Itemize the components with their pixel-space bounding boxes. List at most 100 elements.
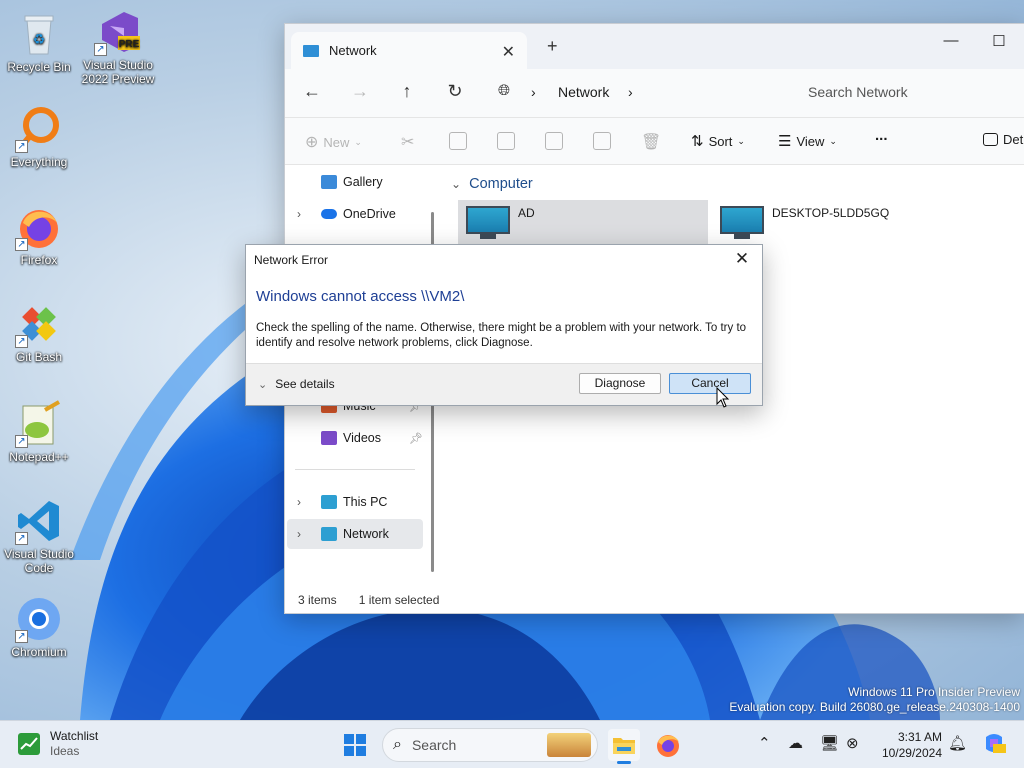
globe-icon[interactable]: 🌐︎ bbox=[498, 82, 510, 99]
item-label: AD bbox=[518, 206, 535, 220]
cut-button[interactable]: ✂ bbox=[401, 132, 414, 152]
chevron-right-icon[interactable]: › bbox=[297, 495, 311, 509]
start-button[interactable] bbox=[344, 734, 366, 756]
diagnose-button[interactable]: Diagnose bbox=[579, 373, 661, 394]
network-computer-item[interactable]: AD bbox=[458, 200, 708, 246]
details-pane-button[interactable]: Det bbox=[983, 132, 1023, 147]
view-icon: ☰ bbox=[778, 133, 792, 150]
refresh-button[interactable]: ↻ bbox=[440, 81, 470, 102]
shortcut-arrow-icon: ↗ bbox=[15, 140, 28, 153]
desktop-icon-everything[interactable]: ↗ Everything bbox=[0, 105, 79, 169]
chevron-right-icon[interactable]: › bbox=[628, 84, 633, 100]
chevron-down-icon: ⌄ bbox=[829, 135, 837, 146]
status-bar: 3 items 1 item selected bbox=[285, 587, 1024, 613]
network-status-icon[interactable]: 🖥︎ bbox=[820, 734, 839, 752]
desktop-icon-chromium[interactable]: ↗ Chromium bbox=[0, 595, 79, 659]
desktop-icon-label: Recycle Bin bbox=[7, 60, 71, 74]
sidebar-divider bbox=[295, 469, 415, 470]
clock-date: 10/29/2024 bbox=[881, 746, 942, 760]
maximize-button[interactable]: ☐ bbox=[976, 32, 1022, 50]
delete-button[interactable]: 🗑︎ bbox=[641, 132, 661, 152]
new-tab-button[interactable]: + bbox=[547, 36, 558, 57]
chevron-right-icon[interactable]: › bbox=[297, 207, 311, 221]
minimize-button[interactable]: — bbox=[928, 32, 974, 49]
see-details-label: See details bbox=[275, 377, 335, 391]
firefox-taskbar-button[interactable] bbox=[652, 729, 684, 761]
share-button[interactable] bbox=[593, 132, 611, 150]
forward-button[interactable]: → bbox=[345, 81, 375, 102]
volume-muted-icon[interactable]: ⊗ bbox=[846, 734, 859, 752]
widgets-button[interactable]: Watchlist Ideas bbox=[18, 729, 98, 759]
rename-icon bbox=[545, 132, 563, 150]
desktop-icon-label: Firefox bbox=[20, 253, 58, 267]
copy-icon bbox=[449, 132, 467, 150]
search-input[interactable]: Search Network bbox=[797, 75, 1024, 109]
stock-chart-icon bbox=[18, 733, 40, 755]
chevron-right-icon[interactable]: › bbox=[531, 84, 536, 100]
onedrive-icon bbox=[321, 209, 337, 219]
explorer-titlebar: Network ✕ + — ☐ bbox=[285, 24, 1024, 69]
close-tab-icon[interactable]: ✕ bbox=[502, 42, 515, 62]
share-icon bbox=[593, 132, 611, 150]
chevron-down-icon: ⌄ bbox=[451, 177, 462, 191]
network-icon bbox=[303, 44, 319, 57]
search-icon: ⌕ bbox=[393, 736, 402, 753]
sidebar-item-onedrive[interactable]: › OneDrive bbox=[287, 199, 423, 229]
group-header-computer[interactable]: ⌄ Computer bbox=[451, 176, 533, 192]
rename-button[interactable] bbox=[545, 132, 563, 150]
up-button[interactable]: ↑ bbox=[392, 81, 422, 102]
desktop-icon-notepad-plus-plus[interactable]: ↗ Notepad++ bbox=[0, 400, 79, 464]
new-button[interactable]: ⊕ New ⌄ bbox=[305, 132, 362, 152]
address-bar: ← → ↑ ↻ 🌐︎ › Network › Search Network bbox=[285, 69, 1024, 117]
copilot-preview-icon[interactable] bbox=[982, 731, 1006, 759]
command-bar: ⊕ New ⌄ ✂ 🗑︎ ⇅ Sort ⌄ ☰ View ⌄ ... Det bbox=[285, 117, 1024, 165]
desktop-icon-label: Chromium bbox=[11, 645, 67, 659]
dialog-close-button[interactable]: ✕ bbox=[730, 249, 754, 269]
computer-icon bbox=[466, 206, 510, 240]
see-more-button[interactable]: ... bbox=[875, 127, 888, 144]
paste-button[interactable] bbox=[497, 132, 515, 150]
svg-text:♻: ♻ bbox=[33, 32, 46, 48]
shortcut-arrow-icon: ↗ bbox=[15, 532, 28, 545]
shortcut-arrow-icon: ↗ bbox=[15, 335, 28, 348]
breadcrumb-network[interactable]: Network bbox=[558, 84, 609, 100]
plus-circle-icon: ⊕ bbox=[305, 134, 319, 151]
taskbar-search[interactable]: ⌕ Search bbox=[382, 728, 598, 762]
windows-logo-icon bbox=[344, 734, 354, 744]
show-hidden-icons-button[interactable]: ⌃ bbox=[758, 734, 771, 752]
sidebar-item-videos[interactable]: Videos 📌︎ bbox=[287, 423, 423, 453]
tab-network[interactable]: Network ✕ bbox=[291, 32, 527, 69]
sidebar-item-this-pc[interactable]: › This PC bbox=[287, 487, 423, 517]
desktop-icon-vscode[interactable]: ↗ Visual Studio Code bbox=[0, 497, 79, 575]
see-details-toggle[interactable]: ⌄ See details bbox=[258, 377, 335, 391]
desktop-icon-visual-studio-preview[interactable]: PRE ↗ Visual Studio 2022 Preview bbox=[78, 8, 158, 86]
desktop-icon-recycle-bin[interactable]: ♻ Recycle Bin bbox=[0, 10, 79, 74]
desktop-icon-firefox[interactable]: ↗ Firefox bbox=[0, 203, 79, 267]
shortcut-arrow-icon: ↗ bbox=[15, 435, 28, 448]
shortcut-arrow-icon: ↗ bbox=[94, 43, 107, 56]
notifications-bell-icon[interactable]: 🔔︎ bbox=[948, 734, 967, 752]
file-explorer-taskbar-button[interactable] bbox=[608, 729, 640, 764]
onedrive-sync-icon[interactable]: ☁︎ bbox=[788, 734, 803, 752]
pre-badge: PRE bbox=[119, 39, 140, 50]
sidebar-item-label: Gallery bbox=[343, 175, 383, 189]
desktop-icon-git-bash[interactable]: ↗ Git Bash bbox=[0, 300, 79, 364]
chromium-icon: ↗ bbox=[15, 595, 63, 643]
dialog-footer: ⌄ See details Diagnose Cancel bbox=[246, 363, 762, 405]
selection-count: 1 item selected bbox=[358, 593, 440, 607]
sort-button[interactable]: ⇅ Sort ⌄ bbox=[691, 132, 745, 150]
details-pane-icon bbox=[983, 133, 998, 146]
copy-button[interactable] bbox=[449, 132, 467, 150]
this-pc-icon bbox=[321, 495, 337, 509]
visual-studio-preview-icon: PRE ↗ bbox=[94, 8, 142, 56]
sidebar-item-gallery[interactable]: Gallery bbox=[287, 167, 423, 197]
network-computer-item[interactable]: DESKTOP-5LDD5GQ bbox=[712, 200, 962, 246]
sidebar-item-network[interactable]: › Network bbox=[287, 519, 423, 549]
back-button[interactable]: ← bbox=[297, 81, 327, 102]
taskbar: Watchlist Ideas ⌕ Search ⌃ ☁︎ 🖥︎ ⊗ 3:31 … bbox=[0, 720, 1024, 768]
view-button[interactable]: ☰ View ⌄ bbox=[778, 132, 837, 150]
cancel-button[interactable]: Cancel bbox=[669, 373, 751, 394]
chevron-right-icon[interactable]: › bbox=[297, 527, 311, 541]
clock[interactable]: 3:31 AM 10/29/2024 bbox=[874, 729, 942, 761]
paste-icon bbox=[497, 132, 515, 150]
